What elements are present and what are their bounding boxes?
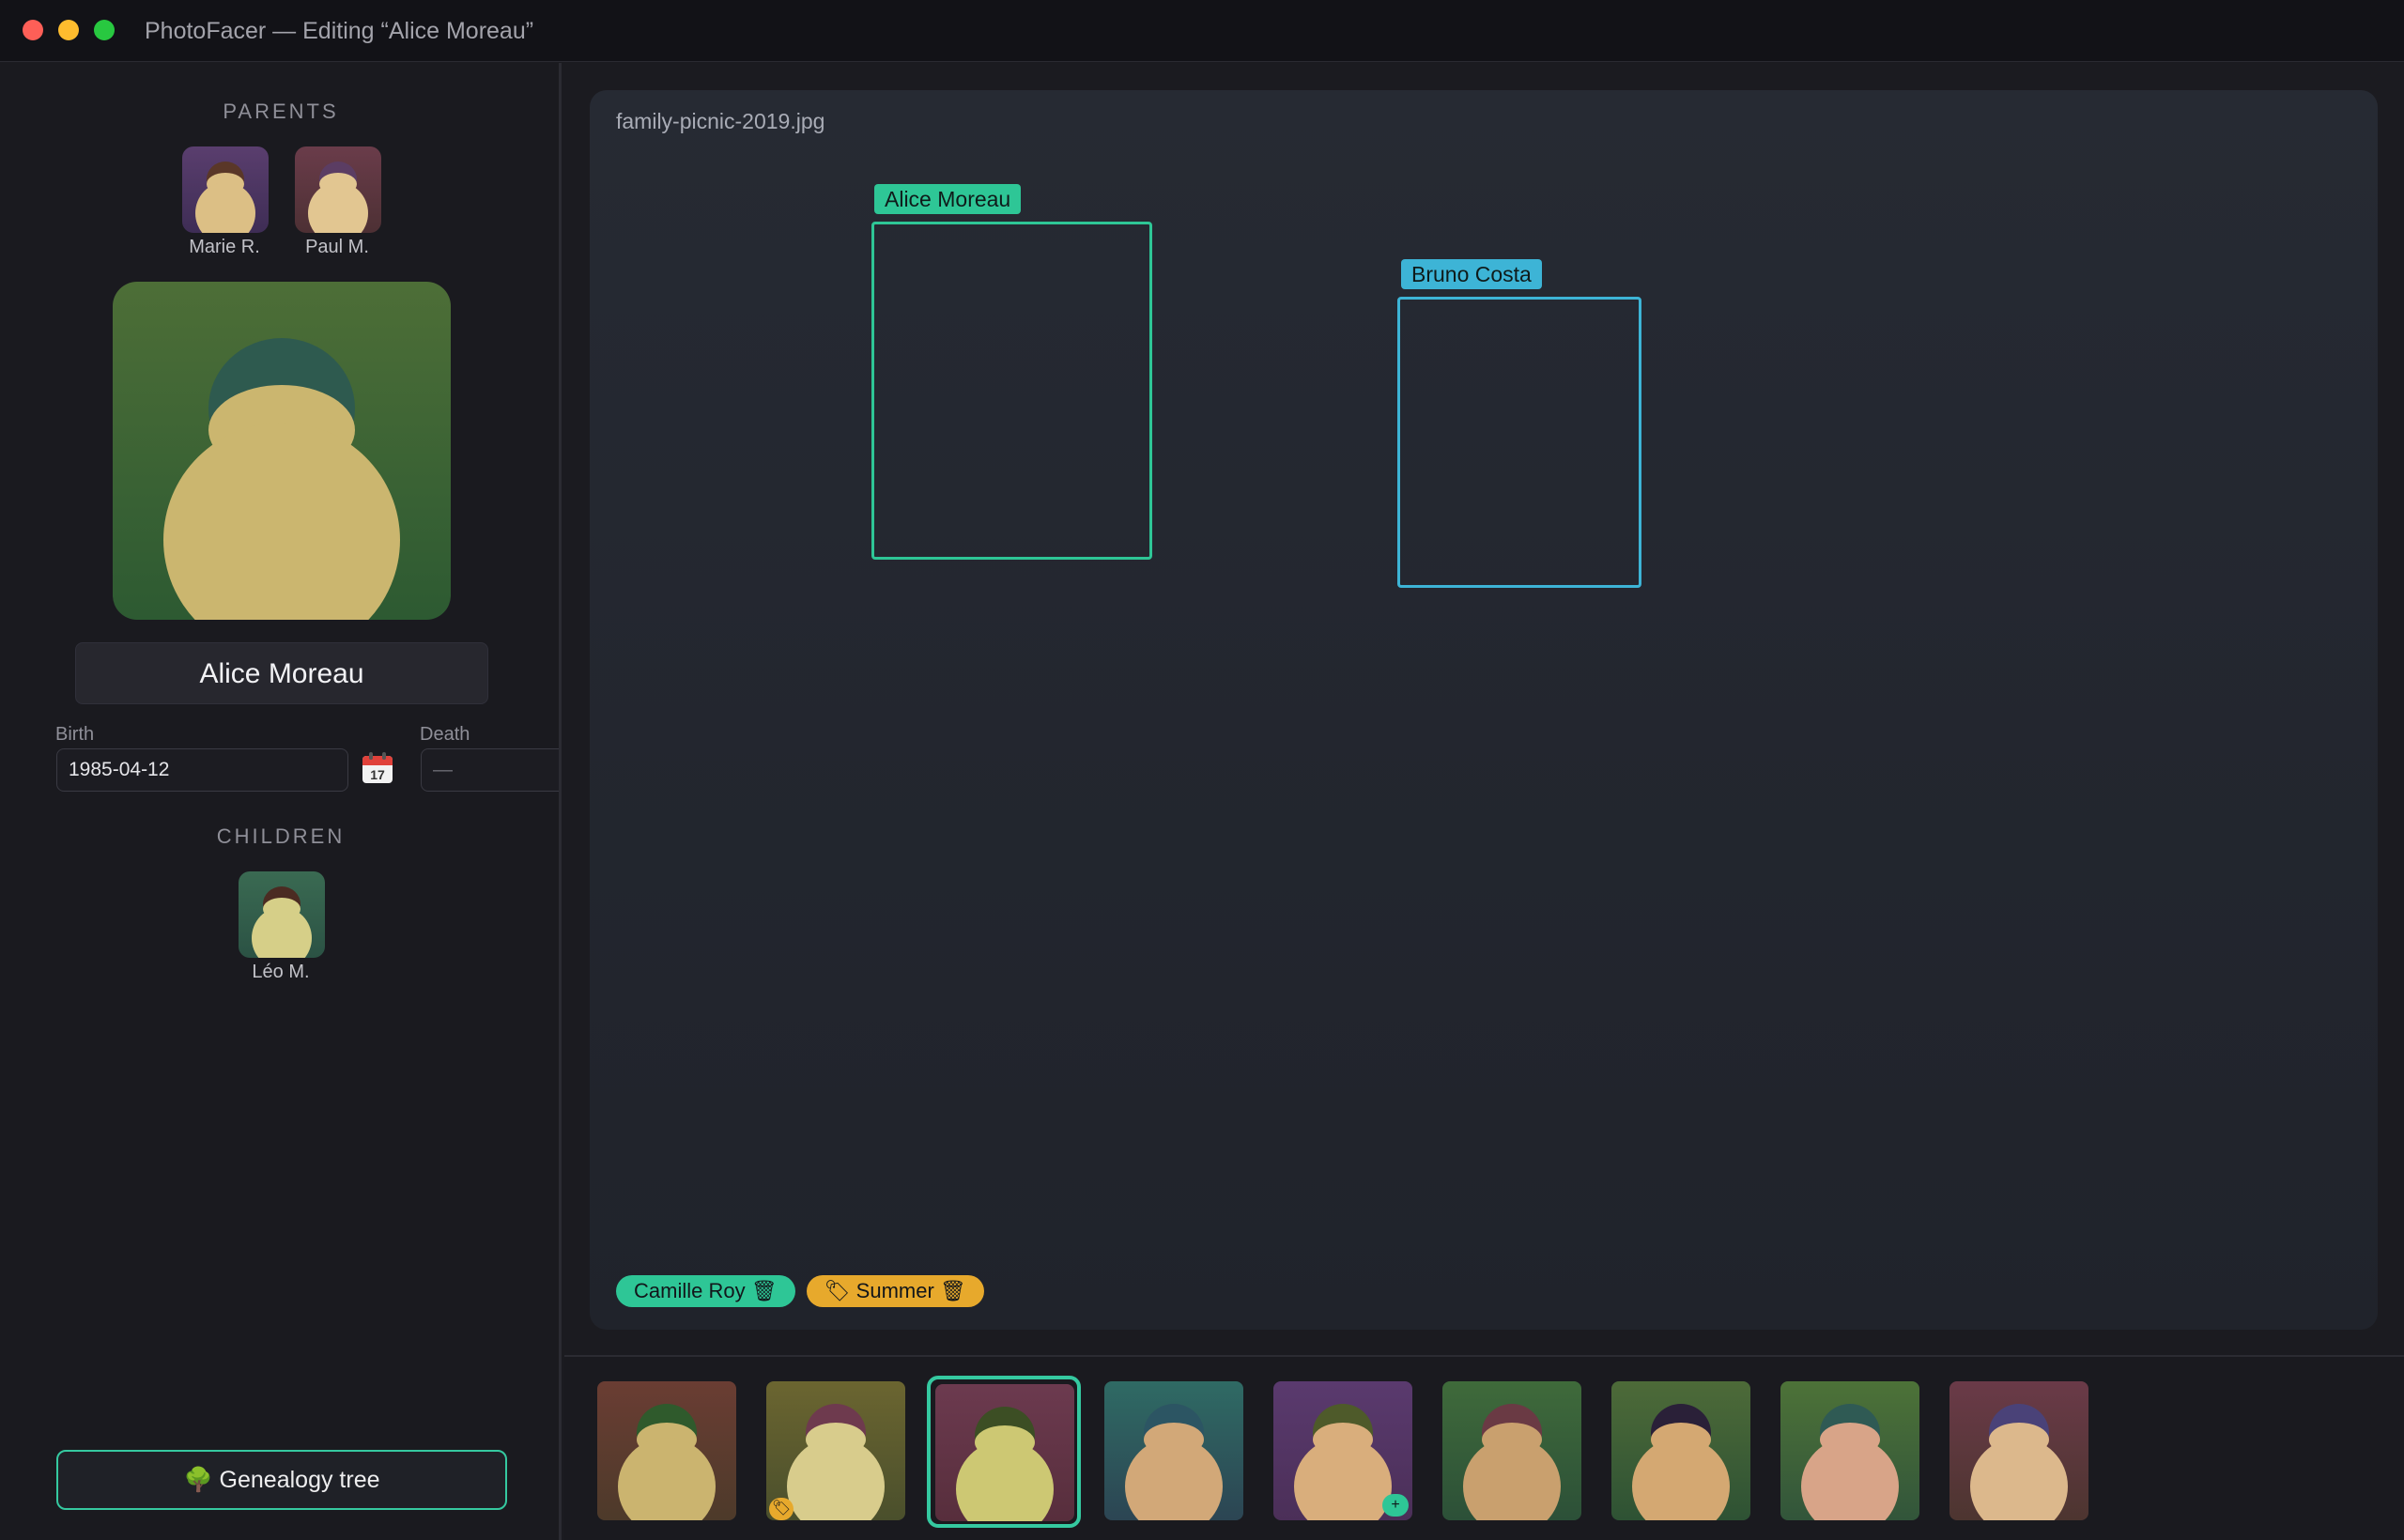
body-shape <box>1801 1438 1899 1520</box>
body-shape <box>252 907 312 958</box>
thumbnail-9[interactable] <box>1949 1381 2088 1520</box>
minimize-window-button[interactable] <box>58 20 79 40</box>
face-box-alice[interactable] <box>871 222 1152 560</box>
death-label: Death <box>420 724 470 745</box>
parent-name-1: Marie R. <box>189 237 260 257</box>
children-heading: CHILDREN <box>216 824 346 848</box>
photo-viewer[interactable]: family-picnic-2019.jpg Alice Moreau Brun… <box>590 90 2378 1330</box>
thumbnail-6[interactable] <box>1442 1381 1581 1520</box>
body-shape <box>618 1438 716 1520</box>
body-shape <box>787 1438 885 1520</box>
maximize-window-button[interactable] <box>94 20 115 40</box>
birth-date-input[interactable]: 1985-04-12 <box>56 748 348 792</box>
close-window-button[interactable] <box>23 20 43 40</box>
body-shape <box>1970 1438 2068 1520</box>
death-date-input[interactable]: — <box>421 748 559 792</box>
parents-heading: PARENTS <box>223 100 339 123</box>
face-box-bruno[interactable] <box>1397 297 1641 588</box>
body-shape <box>1632 1438 1730 1520</box>
thumbnail-1[interactable] <box>597 1381 736 1520</box>
body-shape <box>308 182 368 233</box>
photo-filename: family-picnic-2019.jpg <box>616 109 825 133</box>
child-name-1: Léo M. <box>252 962 310 982</box>
person-sidebar: PARENTS Marie R. Paul M. Alice Moreau Bi… <box>0 63 562 1540</box>
genealogy-tree-button[interactable]: 🌳 Genealogy tree <box>56 1450 507 1510</box>
selected-thumbnail-ring <box>927 1376 1081 1528</box>
face-label-bruno[interactable]: Bruno Costa <box>1401 259 1542 289</box>
thumbnail-5[interactable]: + <box>1273 1381 1412 1520</box>
person-portrait[interactable] <box>113 282 451 620</box>
parent-avatar-2[interactable] <box>295 146 381 233</box>
photo-chips: Camille Roy 🗑 🏷 Summer 🗑 <box>616 1275 984 1307</box>
window-title: PhotoFacer — Editing “Alice Moreau” <box>145 18 534 44</box>
body-shape <box>1294 1438 1392 1520</box>
body-shape <box>1463 1438 1561 1520</box>
tag-badge-icon: 🏷 <box>769 1498 794 1520</box>
person-chip-camille[interactable]: Camille Roy 🗑 <box>616 1275 795 1307</box>
tag-chip-summer[interactable]: 🏷 Summer 🗑 <box>806 1275 984 1307</box>
face-label-alice[interactable]: Alice Moreau <box>874 184 1022 214</box>
title-bar: PhotoFacer — Editing “Alice Moreau” <box>0 0 2404 62</box>
child-avatar-1[interactable] <box>239 871 325 958</box>
thumbnail-2[interactable]: 🏷 <box>766 1381 905 1520</box>
thumbnail-7[interactable] <box>1611 1381 1750 1520</box>
calendar-icon[interactable]: 17 <box>360 750 395 786</box>
thumbnail-8[interactable] <box>1780 1381 1919 1520</box>
parent-name-2: Paul M. <box>305 237 369 257</box>
photo-filmstrip: 🏷 + <box>564 1355 2404 1540</box>
svg-text:17: 17 <box>370 767 385 782</box>
person-name-field[interactable]: Alice Moreau <box>75 642 488 704</box>
birth-label: Birth <box>55 724 95 745</box>
body-shape <box>195 182 255 233</box>
thumbnail-4[interactable] <box>1104 1381 1243 1520</box>
body-shape <box>1125 1438 1223 1520</box>
parent-avatar-1[interactable] <box>182 146 269 233</box>
add-face-badge-icon[interactable]: + <box>1382 1494 1409 1517</box>
body-shape <box>163 423 400 620</box>
